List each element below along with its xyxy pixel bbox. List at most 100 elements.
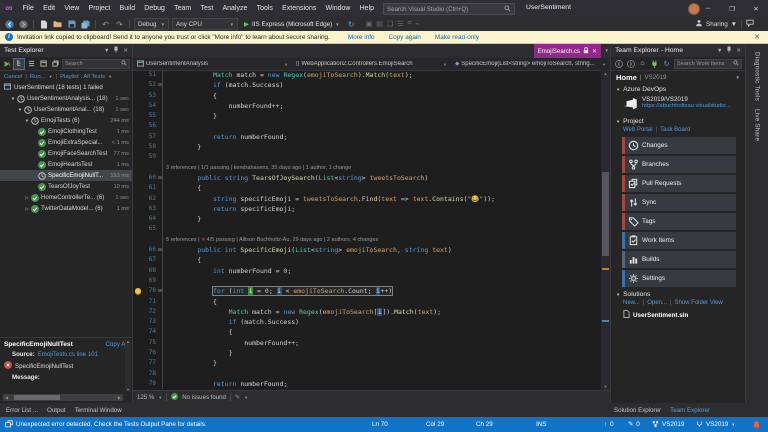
menu-edit[interactable]: Edit (38, 0, 59, 17)
code-line[interactable]: 78 (133, 368, 601, 380)
nav-button-work-items[interactable]: Work Items (622, 232, 736, 249)
menu-file[interactable]: File (18, 0, 38, 17)
panel-tab-solution-explorer[interactable]: Solution Explorer (614, 407, 661, 414)
side-tab-diagnostic-tools[interactable]: Diagnostic Tools (754, 52, 761, 101)
panel-tab-team-explorer[interactable]: Team Explorer (670, 407, 710, 414)
code-line[interactable]: 62 string specificEmoji = tweetsToSearch… (133, 193, 601, 205)
menu-analyze[interactable]: Analyze (218, 0, 252, 17)
fold-margin[interactable]: ⊟ (158, 80, 166, 91)
pin-icon[interactable] (113, 46, 119, 55)
account-url-link[interactable]: https://abuchholtzau.visualstudio... (642, 103, 731, 109)
zoom-level-dropdown[interactable]: 125 % (137, 394, 154, 401)
code-line[interactable]: 58 } (133, 142, 601, 153)
code-line[interactable]: 73 if (match.Success) (133, 317, 601, 328)
close-icon[interactable]: ✕ (592, 48, 597, 55)
code-line[interactable]: 69 (133, 275, 601, 287)
home-icon[interactable]: ⌂ (638, 59, 647, 68)
document-tab-emojisearch[interactable]: EmojiSearch.cs ✕ (533, 44, 601, 58)
vertical-scrollbar[interactable]: ▲ ▼ (125, 340, 131, 392)
playlist-link[interactable]: Playlist : All Tests (60, 74, 105, 80)
minimize-button[interactable]: ─ (696, 0, 720, 17)
save-all-icon[interactable] (80, 19, 91, 30)
code-line[interactable]: 74 { (133, 327, 601, 339)
solution-configurations-dropdown[interactable]: Debug ▼ (134, 18, 170, 30)
link-new-[interactable]: New... (623, 300, 640, 306)
notification-link-copy-again[interactable]: Copy again (389, 34, 421, 41)
issues-status[interactable]: No issues found (182, 394, 226, 401)
nav-button-sync[interactable]: Sync (622, 194, 736, 211)
test-tree-item[interactable]: EmojiHeartsTest 1 ms (0, 159, 132, 170)
breadcrumb-type[interactable]: {} WebApplication2.Controllers.EmojiSear… (292, 61, 451, 67)
test-tree-item[interactable]: TearsOfJoyTest 10 ms (0, 181, 132, 192)
maximize-button[interactable]: ❐ (720, 0, 744, 17)
new-project-icon[interactable] (38, 19, 49, 30)
menu-extensions[interactable]: Extensions (278, 0, 321, 17)
code-editor[interactable]: 51 Match match = new Regex(emojiToSearch… (133, 70, 601, 390)
test-tree-item[interactable]: ▼ UserSentimentAnal... (18) 1 sec (0, 104, 132, 115)
solution-platforms-dropdown[interactable]: Any CPU ▼ (172, 18, 239, 30)
navigate-forward-icon[interactable] (18, 19, 29, 30)
code-line[interactable]: 53 { (133, 90, 601, 102)
code-line[interactable]: 60 ⊟ public string TearsOfJoySearch(List<… (133, 172, 601, 184)
code-line[interactable]: 52 ⊟ if (match.Success) (133, 80, 601, 91)
panel-tab-output[interactable]: Output (47, 407, 66, 414)
code-line[interactable]: 71 { (133, 296, 601, 308)
menu-project[interactable]: Project (84, 0, 115, 17)
nav-button-settings[interactable]: Settings (622, 270, 736, 287)
fold-margin[interactable]: ⊟ (158, 286, 166, 297)
menu-tools[interactable]: Tools (252, 0, 278, 17)
code-line[interactable]: 72 Match match = new Regex(emojiToSearch… (133, 306, 601, 318)
team-explorer-page-header[interactable]: Home | VS2019 ▼ (611, 71, 745, 84)
link-task-board[interactable]: Task Board (660, 127, 690, 133)
breadcrumb-member[interactable]: ◆ SpecificEmoji(List<string> emojiToSear… (451, 61, 610, 67)
sharing-button[interactable]: Sharing (706, 21, 728, 28)
menu-build[interactable]: Build (115, 0, 140, 17)
code-line[interactable]: 66 ⊟ public int SpecificEmoji(List<string… (133, 245, 601, 256)
fold-margin[interactable]: ⊟ (158, 172, 166, 184)
chevron-down-icon[interactable]: ▼ (717, 48, 722, 54)
fold-margin[interactable]: ⊟ (158, 245, 166, 256)
navigate-back-icon[interactable] (4, 19, 15, 30)
work-item-search-input[interactable]: Search Work Items (674, 58, 742, 69)
connect-icon[interactable] (650, 59, 659, 68)
code-line[interactable]: 77 } (133, 358, 601, 369)
test-tree-item[interactable]: SpecificEmojiNullT... 153 ms (0, 170, 132, 181)
feedback-icon[interactable] (746, 19, 754, 29)
menu-window[interactable]: Window (321, 0, 355, 17)
code-line[interactable]: 76 } (133, 348, 601, 359)
refresh-icon[interactable]: ↻ (346, 19, 357, 30)
start-debugging-button[interactable]: ▶ IIS Express (Microsoft Edge) ▼ (241, 20, 343, 29)
open-file-icon[interactable] (52, 19, 63, 30)
redo-icon[interactable]: ↷ (114, 19, 125, 30)
nav-button-tags[interactable]: Tags (622, 213, 736, 230)
project-section[interactable]: ▼ Project (611, 116, 745, 127)
code-line[interactable]: 67 { (133, 255, 601, 266)
undo-icon[interactable]: ↶ (100, 19, 111, 30)
run-link[interactable]: Run... (30, 74, 46, 80)
tab-overflow-icon[interactable]: ▼ (605, 48, 609, 53)
refresh-icon[interactable]: ↻ (662, 59, 671, 68)
pin-icon[interactable] (726, 46, 732, 55)
close-icon[interactable]: ✕ (754, 33, 760, 41)
uncommitted-changes[interactable]: ✎ 0 (628, 417, 640, 432)
back-icon[interactable] (614, 59, 623, 68)
menu-team[interactable]: Team (170, 0, 196, 17)
secondary-toolbar-icons[interactable]: ▣ ▤ ❏ ☰ ⌗ ⌁ (366, 20, 420, 28)
link-open-[interactable]: Open... (647, 300, 667, 306)
test-tree-item[interactable]: EmojiExtraSpecial... < 1 ms (0, 137, 132, 148)
notification-link-more-info[interactable]: More info (348, 34, 375, 41)
notification-bell-icon[interactable] (752, 417, 761, 432)
settings-layers-icon[interactable] (50, 59, 60, 69)
group-by-tree-icon[interactable] (13, 57, 25, 70)
code-line[interactable]: 63 return specificEmoji; (133, 203, 601, 215)
close-icon[interactable]: ✕ (123, 48, 128, 54)
azure-devops-section[interactable]: ▼ Azure DevOps (611, 84, 745, 95)
code-line[interactable]: 75 numberFound++; (133, 337, 601, 349)
code-line[interactable]: 51 Match match = new Regex(emojiToSearch… (133, 70, 601, 81)
source-link[interactable]: EmojiTests.cs line 101 (38, 351, 98, 358)
panel-tab-terminal-window[interactable]: Terminal Window (75, 407, 122, 414)
lightbulb-icon[interactable] (133, 288, 143, 295)
run-tests-icon[interactable] (2, 59, 12, 69)
test-tree-item[interactable]: ▼ UserSentimentAnalysis... (18) 1 sec (0, 93, 132, 104)
solution-item[interactable]: UserSentiment.sln (611, 308, 745, 320)
